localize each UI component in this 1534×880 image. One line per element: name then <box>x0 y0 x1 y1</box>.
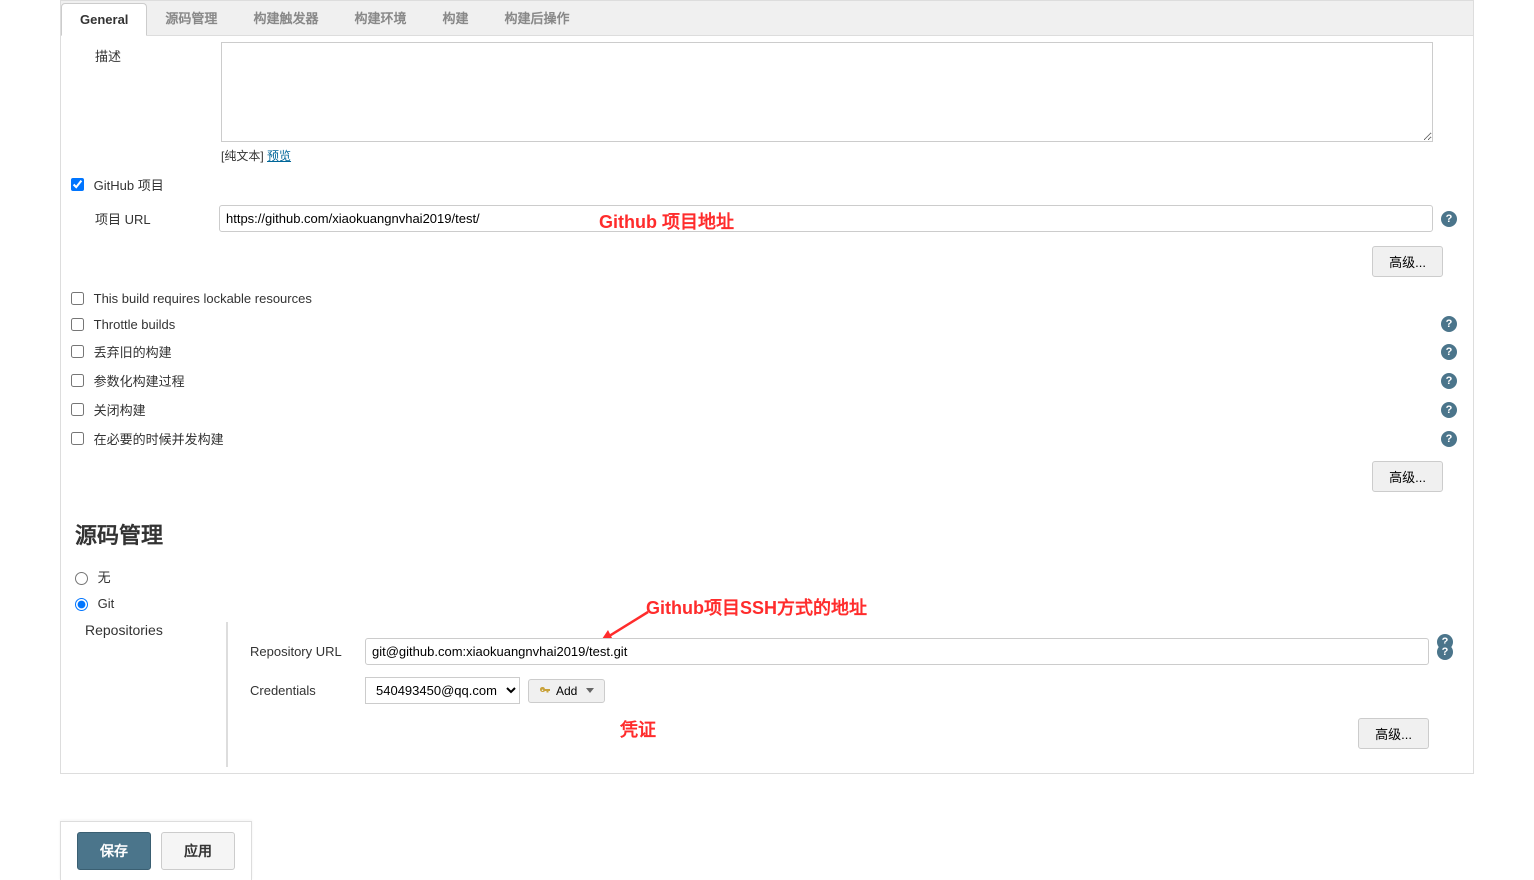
param-label: 参数化构建过程 <box>94 374 185 389</box>
help-icon[interactable]: ? <box>1441 211 1457 227</box>
repository-box: ? Github项目SSH方式的地址 Repository URL <box>226 622 1463 767</box>
tab-build[interactable]: 构建 <box>424 0 486 35</box>
tab-scm[interactable]: 源码管理 <box>147 0 235 35</box>
disable-checkbox[interactable] <box>71 403 84 416</box>
discard-checkbox[interactable] <box>71 345 84 358</box>
help-icon[interactable]: ? <box>1441 344 1457 360</box>
tab-post[interactable]: 构建后操作 <box>486 0 587 35</box>
tab-general[interactable]: General <box>61 3 147 36</box>
help-icon[interactable]: ? <box>1441 431 1457 447</box>
preview-link[interactable]: 预览 <box>267 149 291 163</box>
credentials-label: Credentials <box>250 683 365 698</box>
chevron-down-icon <box>586 688 594 693</box>
github-project-checkbox[interactable] <box>71 178 84 191</box>
project-url-label: 项目 URL <box>79 205 219 232</box>
advanced-button-options[interactable]: 高级... <box>1372 461 1443 492</box>
help-icon[interactable]: ? <box>1441 316 1457 332</box>
help-icon[interactable]: ? <box>1437 644 1453 660</box>
scm-git-radio[interactable] <box>75 598 88 611</box>
lockable-label: This build requires lockable resources <box>94 291 312 306</box>
scm-none-radio[interactable] <box>75 572 88 585</box>
scm-git-label: Git <box>98 596 115 611</box>
add-credentials-button[interactable]: Add <box>528 679 605 703</box>
throttle-label: Throttle builds <box>94 317 176 332</box>
description-hint: [纯文本] 预览 <box>221 147 1433 164</box>
save-button[interactable]: 保存 <box>77 832 151 870</box>
concurrent-label: 在必要的时候并发构建 <box>94 432 224 447</box>
project-url-input[interactable] <box>219 205 1433 232</box>
tab-content-general: 描述 [纯文本] 预览 GitHub 项目 项目 URL Github 项目地址 <box>60 35 1474 774</box>
tab-env[interactable]: 构建环境 <box>336 0 424 35</box>
help-icon[interactable]: ? <box>1441 402 1457 418</box>
advanced-button-github[interactable]: 高级... <box>1372 246 1443 277</box>
key-icon <box>539 685 551 697</box>
apply-button[interactable]: 应用 <box>161 832 235 870</box>
repo-url-label: Repository URL <box>250 644 365 659</box>
description-textarea[interactable] <box>221 42 1433 142</box>
param-checkbox[interactable] <box>71 374 84 387</box>
raw-text-label: [纯文本] <box>221 149 264 163</box>
discard-label: 丢弃旧的构建 <box>94 345 172 360</box>
concurrent-checkbox[interactable] <box>71 432 84 445</box>
footer-bar: 保存 应用 <box>60 821 252 880</box>
throttle-checkbox[interactable] <box>71 318 84 331</box>
tab-bar: General 源码管理 构建触发器 构建环境 构建 构建后操作 <box>60 0 1474 35</box>
repo-url-input[interactable] <box>365 638 1429 665</box>
credentials-select[interactable]: 540493450@qq.com <box>365 677 520 704</box>
description-label: 描述 <box>71 42 221 164</box>
disable-label: 关闭构建 <box>94 403 146 418</box>
add-label: Add <box>556 684 577 698</box>
tab-triggers[interactable]: 构建触发器 <box>235 0 336 35</box>
scm-section-title: 源码管理 <box>61 500 1473 562</box>
github-project-label: GitHub 项目 <box>94 178 164 193</box>
help-icon[interactable]: ? <box>1441 373 1457 389</box>
lockable-checkbox[interactable] <box>71 292 84 305</box>
repositories-label: Repositories <box>61 622 226 767</box>
scm-none-label: 无 <box>98 570 111 585</box>
advanced-button-repo[interactable]: 高级... <box>1358 718 1429 749</box>
